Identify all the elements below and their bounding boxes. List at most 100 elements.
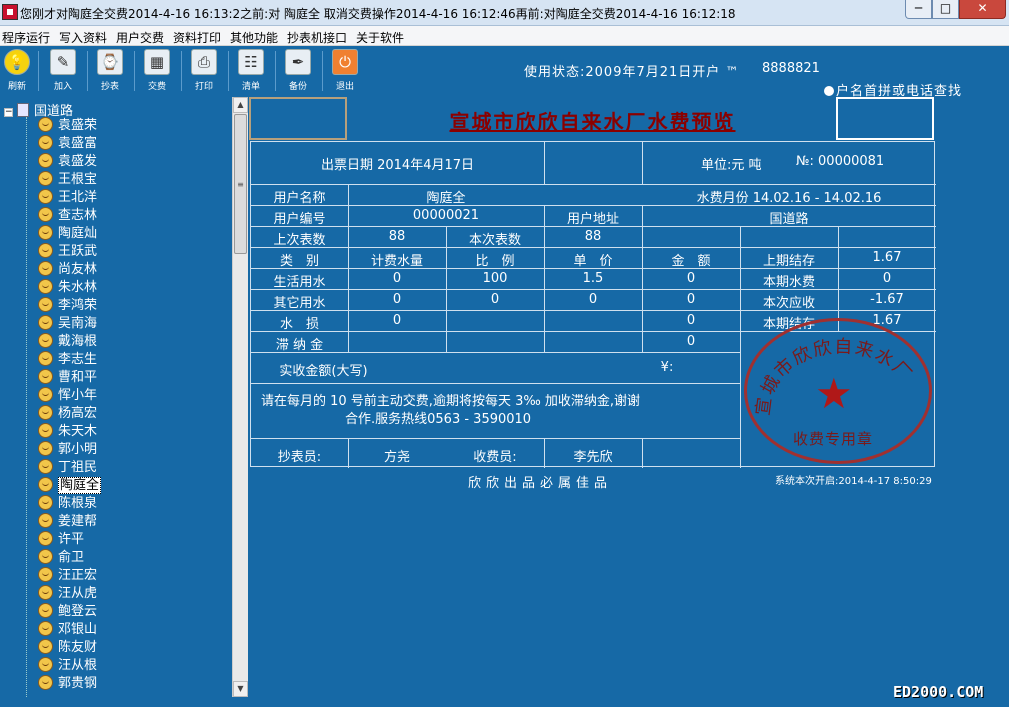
user-face-icon	[38, 531, 53, 546]
refresh-icon: 💡	[4, 49, 30, 75]
tree-item[interactable]: 汪从根	[38, 657, 97, 675]
grid-line	[642, 142, 643, 184]
tree-item[interactable]: 邓银山	[38, 621, 97, 639]
tree-item[interactable]: 恽小年	[38, 387, 97, 405]
scroll-thumb[interactable]: ≡	[234, 114, 247, 254]
tree-item-label: 王根宝	[58, 172, 98, 187]
row-ratio: 100	[482, 271, 508, 286]
maximize-button[interactable]: □	[932, 0, 959, 19]
add-button[interactable]: ✎ 加入	[46, 49, 80, 95]
toolbar-separator	[38, 51, 39, 91]
meter-reading-button[interactable]: ⌚ 抄表	[93, 49, 127, 95]
tree-item[interactable]: 袁盛富	[38, 135, 97, 153]
tree-root[interactable]: − 国道路	[4, 100, 73, 119]
tree-item-label: 陈友财	[58, 640, 98, 655]
user-face-icon	[38, 369, 53, 384]
menu-meter-interface[interactable]: 抄表机接口	[287, 29, 347, 46]
official-stamp: 宣城市欣欣自来水厂 ★ 收费专用章	[744, 318, 932, 464]
menu-print-data[interactable]: 资料打印	[173, 29, 221, 46]
menu-bar: 程序运行 写入资料 用户交费 资料打印 其他功能 抄表机接口 关于软件	[0, 26, 1009, 46]
tree-item[interactable]: 曹和平	[38, 369, 97, 387]
tree-item[interactable]: 王北洋	[38, 189, 97, 207]
scroll-down-icon[interactable]: ▼	[233, 681, 248, 697]
user-name-label: 用户名称	[273, 191, 326, 206]
payment-button[interactable]: ▦ 交费	[140, 49, 174, 95]
toolbar-separator	[134, 51, 135, 91]
menu-about[interactable]: 关于软件	[356, 29, 404, 46]
exit-label: 退出	[335, 82, 354, 92]
tree-item-label: 袁盛发	[58, 154, 98, 169]
minimize-button[interactable]: ─	[905, 0, 932, 19]
print-button[interactable]: ⎙ 打印	[187, 49, 221, 95]
menu-write-data[interactable]: 写入资料	[59, 29, 107, 46]
tree-item[interactable]: 袁盛发	[38, 153, 97, 171]
tree-item[interactable]: 丁祖民	[38, 459, 97, 477]
tree-scrollbar[interactable]: ▲ ≡ ▼	[232, 97, 248, 697]
col-price: 单 价	[573, 254, 613, 269]
tree-item[interactable]: 王跃武	[38, 243, 97, 261]
tree-item[interactable]: 郭贵钢	[38, 675, 97, 693]
user-face-icon	[38, 207, 53, 222]
tree-item[interactable]: 戴海根	[38, 333, 97, 351]
tree-item[interactable]: 陶庭全	[38, 477, 102, 495]
col-type: 类 别	[279, 254, 319, 269]
toolbar-separator	[228, 51, 229, 91]
menu-user-payment[interactable]: 用户交费	[116, 29, 164, 46]
scroll-up-icon[interactable]: ▲	[233, 97, 248, 113]
user-face-icon	[38, 315, 53, 330]
tree-item[interactable]: 李鸿荣	[38, 297, 97, 315]
tree-item[interactable]: 王根宝	[38, 171, 97, 189]
exit-icon: ⏻	[332, 49, 358, 75]
tree-item-label: 曹和平	[58, 370, 98, 385]
tree-item[interactable]: 查志林	[38, 207, 97, 225]
usage-status: 使用状态:2009年7月21日开户 ™	[524, 65, 740, 80]
tree-item[interactable]: 陈友财	[38, 639, 97, 657]
collapse-icon[interactable]: −	[4, 108, 13, 117]
tree-item[interactable]: 陶庭灿	[38, 225, 97, 243]
user-face-icon	[38, 603, 53, 618]
issue-date: 出票日期 2014年4月17日	[320, 158, 475, 173]
exit-button[interactable]: ⏻ 退出	[328, 49, 362, 95]
tree-item[interactable]: 袁盛荣	[38, 117, 97, 135]
user-face-icon	[38, 171, 53, 186]
billing-period: 水费月份 14.02.16 - 14.02.16	[696, 191, 882, 206]
tree-item-label: 袁盛荣	[58, 118, 98, 133]
tree-item[interactable]: 俞卫	[38, 549, 84, 567]
user-no-value: 00000021	[412, 208, 480, 223]
user-face-icon	[38, 441, 53, 456]
refresh-label: 刷新	[7, 82, 26, 92]
refresh-button[interactable]: 💡 刷新	[0, 49, 34, 95]
tree-item[interactable]: 姜建帮	[38, 513, 97, 531]
tree-item[interactable]: 尚友林	[38, 261, 97, 279]
star-icon: ★	[815, 369, 853, 418]
close-button[interactable]: ✕	[959, 0, 1006, 19]
tree-item-label: 汪正宏	[58, 568, 98, 583]
menu-other-functions[interactable]: 其他功能	[230, 29, 278, 46]
tree-item[interactable]: 朱天木	[38, 423, 97, 441]
notice-line-2: 合作.服务热线0563 - 3590010	[345, 412, 532, 427]
user-face-icon	[38, 387, 53, 402]
tree-item[interactable]: 陈根泉	[38, 495, 97, 513]
tree-item[interactable]: 杨高宏	[38, 405, 97, 423]
menu-program-run[interactable]: 程序运行	[2, 29, 50, 46]
summary-label: 本期水费	[762, 275, 815, 290]
tree-item[interactable]: 汪从虎	[38, 585, 97, 603]
tree-item-label: 查志林	[58, 208, 98, 223]
backup-button[interactable]: ✒ 备份	[281, 49, 315, 95]
tree-item-label: 杨高宏	[58, 406, 98, 421]
tree-item-label: 李志生	[58, 352, 98, 367]
search-radio[interactable]	[824, 86, 834, 96]
tree-item[interactable]: 汪正宏	[38, 567, 97, 585]
tree-item[interactable]: 李志生	[38, 351, 97, 369]
tree-item[interactable]: 吴南海	[38, 315, 97, 333]
user-face-icon	[38, 513, 53, 528]
tree-item[interactable]: 郭小明	[38, 441, 97, 459]
list-button[interactable]: ☷ 清单	[234, 49, 268, 95]
row-amount: 0	[686, 313, 696, 328]
tree-item-label: 许平	[58, 532, 85, 547]
tree-item[interactable]: 许平	[38, 531, 84, 549]
tree-item[interactable]: 鲍登云	[38, 603, 97, 621]
grid-line	[251, 247, 936, 248]
add-icon: ✎	[50, 49, 76, 75]
tree-item[interactable]: 朱水林	[38, 279, 97, 297]
